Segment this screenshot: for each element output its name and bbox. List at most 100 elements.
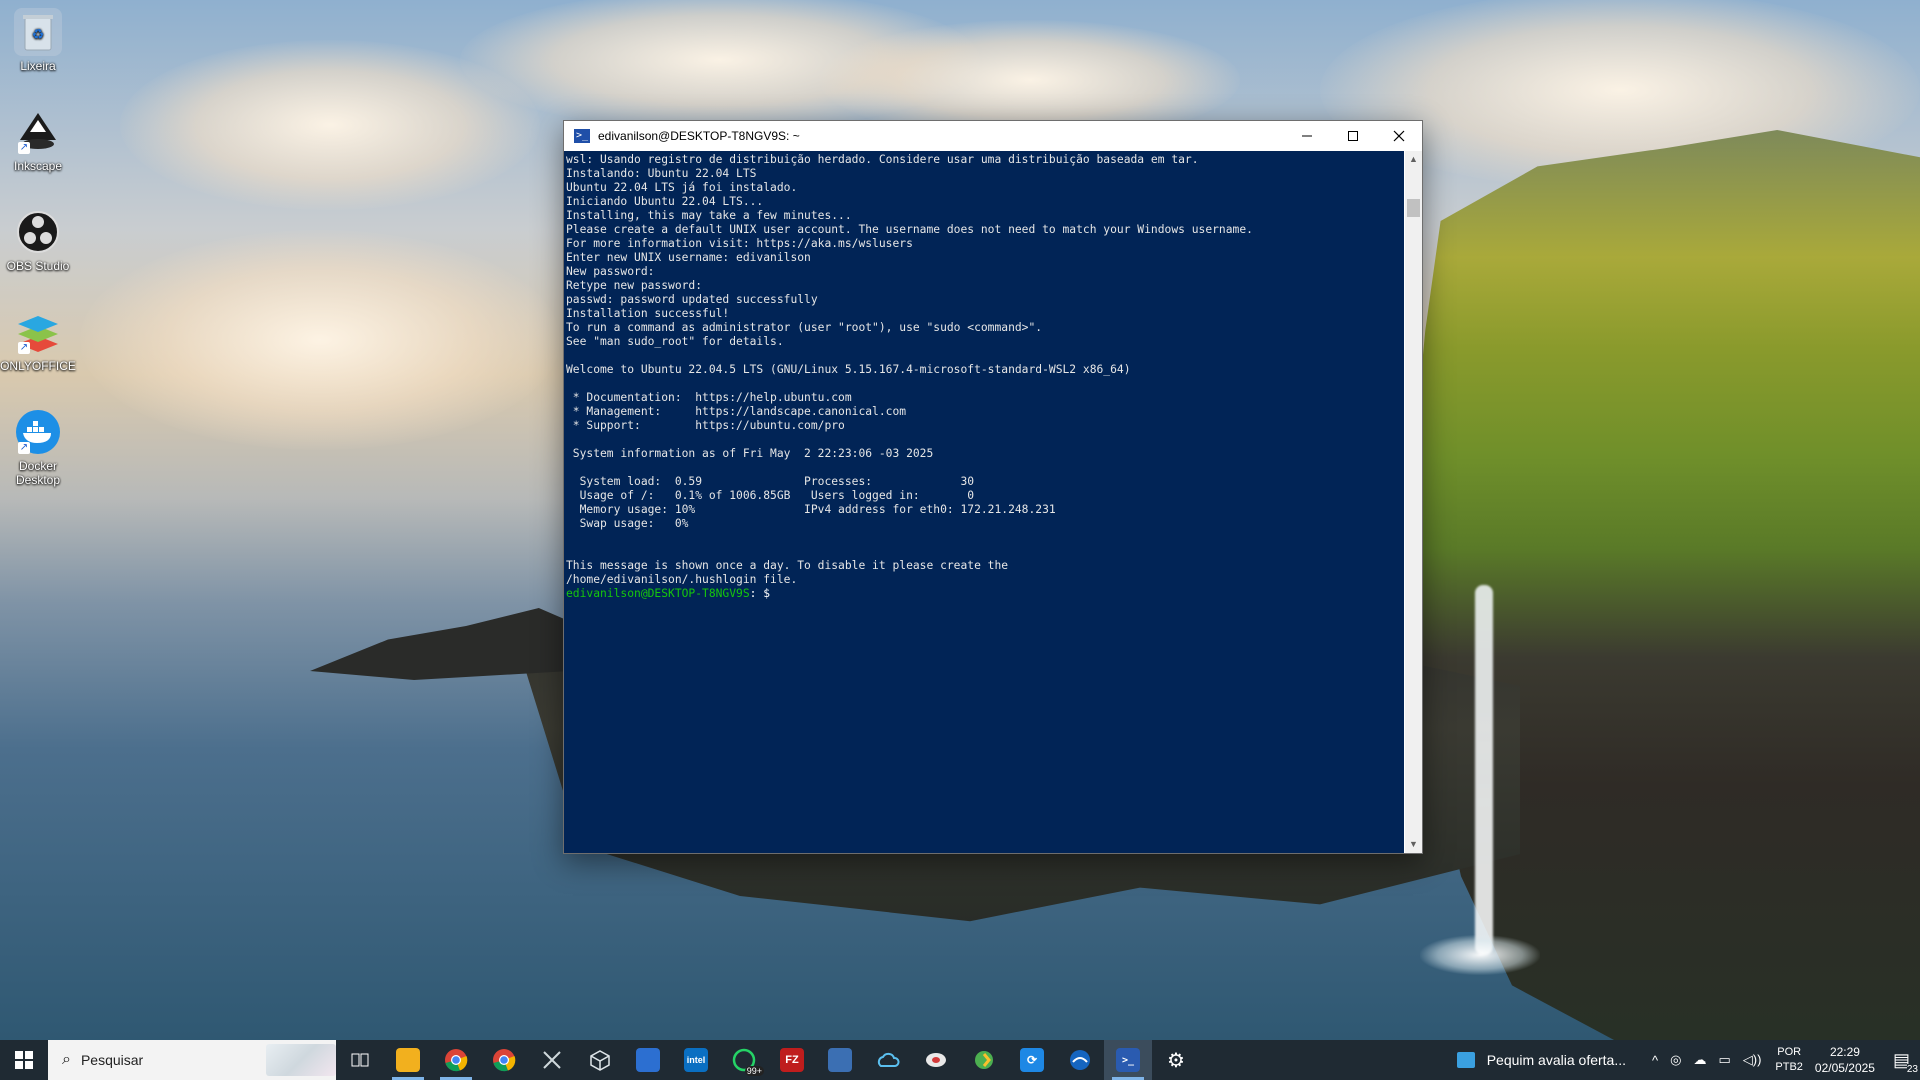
search-placeholder: Pesquisar <box>80 1052 144 1068</box>
taskbar-chrome-1[interactable] <box>432 1040 480 1080</box>
language-indicator[interactable]: POR PTB2 <box>1775 1045 1803 1075</box>
docker-icon: ↗ <box>14 408 62 456</box>
network-icon <box>828 1048 852 1072</box>
output-line: Installing, this may take a few minutes.… <box>566 209 852 222</box>
volume-icon[interactable]: ◁)) <box>1743 1052 1762 1068</box>
desktop-icon-label: ONLYOFFICE <box>0 359 76 373</box>
network-icon[interactable]: ▭ <box>1718 1052 1730 1068</box>
output-line: wsl: Usando registro de distribuição her… <box>566 153 1199 166</box>
taskbar-chrome-2[interactable] <box>480 1040 528 1080</box>
desktop-icon-inkscape[interactable]: ↗ Inkscape <box>0 108 76 173</box>
scroll-up-arrow-icon[interactable]: ▲ <box>1405 151 1422 168</box>
taskbar-powershell[interactable]: >_ <box>1104 1040 1152 1080</box>
taskbar-snipping-tool[interactable] <box>528 1040 576 1080</box>
inkscape-icon: ↗ <box>14 108 62 156</box>
waterfall-splash <box>1420 935 1540 975</box>
output-line: System information as of Fri May 2 22:23… <box>566 447 934 460</box>
start-button[interactable] <box>0 1040 48 1080</box>
mouse-icon <box>926 1053 946 1067</box>
desktop-icon-onlyoffice[interactable]: ↗ ONLYOFFICE <box>0 308 76 373</box>
taskbar-file-explorer[interactable] <box>384 1040 432 1080</box>
taskbar-cloud-app[interactable] <box>864 1040 912 1080</box>
prompt-suffix: : $ <box>749 587 771 600</box>
shortcut-arrow-icon: ↗ <box>18 342 30 354</box>
taskbar-vpn-shield[interactable] <box>1056 1040 1104 1080</box>
output-line: Welcome to Ubuntu 22.04.5 LTS (GNU/Linux… <box>566 363 1131 376</box>
taskbar-sync-app[interactable]: ⟳ <box>1008 1040 1056 1080</box>
news-headline: Pequim avalia oferta... <box>1486 1052 1626 1068</box>
terminal-app-icon: >_ <box>574 129 590 143</box>
onlyoffice-icon: ↗ <box>14 308 62 356</box>
chrome-icon <box>493 1049 516 1072</box>
output-line: /home/edivanilson/.hushlogin file. <box>566 573 798 586</box>
desktop-icon-label: Docker Desktop <box>15 459 61 487</box>
obs-icon <box>14 208 62 256</box>
desktop-icon-label: OBS Studio <box>6 259 70 273</box>
taskbar-filezilla[interactable]: FZ <box>768 1040 816 1080</box>
taskbar-device-app[interactable] <box>624 1040 672 1080</box>
desktop-icon-docker[interactable]: ↗ Docker Desktop <box>0 408 76 487</box>
output-line: * Documentation: https://help.ubuntu.com <box>566 391 852 404</box>
cube-icon <box>590 1050 610 1071</box>
window-title: edivanilson@DESKTOP-T8NGV9S: ~ <box>598 129 800 143</box>
prompt-user: edivanilson@DESKTOP-T8NGV9S <box>566 587 750 600</box>
powershell-icon: >_ <box>1116 1048 1140 1072</box>
output-line: System load: 0.59 Processes: 30 <box>566 475 975 488</box>
output-line: Swap usage: 0% <box>566 517 689 530</box>
scrollbar-thumb[interactable] <box>1407 199 1420 217</box>
taskbar-3d-viewer[interactable] <box>576 1040 624 1080</box>
search-icon: ⌕ <box>62 1051 71 1068</box>
output-line: For more information visit: https://aka.… <box>566 237 913 250</box>
terminal-window[interactable]: >_ edivanilson@DESKTOP-T8NGV9S: ~ wsl: U… <box>563 120 1423 854</box>
desktop-icon-recycle-bin[interactable]: ♻ Lixeira <box>0 8 76 73</box>
taskbar-settings[interactable]: ⚙ <box>1152 1040 1200 1080</box>
system-tray: Pequim avalia oferta... ^ ◎ ☁ ▭ ◁)) POR … <box>1456 1040 1920 1080</box>
shortcut-arrow-icon: ↗ <box>18 442 30 454</box>
terminal-output: wsl: Usando registro de distribuição her… <box>564 151 1404 601</box>
taskbar-whatsapp[interactable]: 99+ <box>720 1040 768 1080</box>
taskbar-gnome-app[interactable] <box>960 1040 1008 1080</box>
output-line: Iniciando Ubuntu 22.04 LTS... <box>566 195 764 208</box>
minimize-button[interactable] <box>1284 121 1330 151</box>
news-icon <box>1456 1052 1475 1068</box>
clock[interactable]: 22:29 02/05/2025 <box>1815 1044 1875 1076</box>
gear-icon: ⚙ <box>1167 1049 1185 1072</box>
cloud <box>80 230 560 450</box>
title-bar[interactable]: >_ edivanilson@DESKTOP-T8NGV9S: ~ <box>564 121 1422 151</box>
clock-date: 02/05/2025 <box>1814 1061 1875 1075</box>
output-line: New password: <box>566 265 655 278</box>
taskbar-intel[interactable]: intel <box>672 1040 720 1080</box>
scroll-down-arrow-icon[interactable]: ▼ <box>1405 836 1422 853</box>
camera-icon[interactable]: ◎ <box>1670 1052 1681 1068</box>
recycle-bin-icon: ♻ <box>14 8 62 56</box>
desktop-icon-label: Inkscape <box>13 159 63 173</box>
clock-time: 22:29 <box>1829 1045 1860 1059</box>
terminal-console[interactable]: wsl: Usando registro de distribuição her… <box>564 151 1404 853</box>
taskbar-network-tool[interactable] <box>816 1040 864 1080</box>
notification-center-button[interactable]: ▤ 23 <box>1893 1050 1918 1075</box>
cloud-off-icon[interactable]: ☁ <box>1693 1052 1706 1068</box>
news-widget[interactable]: Pequim avalia oferta... <box>1456 1052 1626 1068</box>
maximize-button[interactable] <box>1330 121 1376 151</box>
command-prompt[interactable]: edivanilson@DESKTOP-T8NGV9S: $ <box>566 587 770 600</box>
task-view-button[interactable] <box>336 1040 384 1080</box>
rock-outcrop <box>310 608 570 680</box>
desktop-icon-obs[interactable]: OBS Studio <box>0 208 76 273</box>
globe-icon <box>1070 1050 1090 1070</box>
chrome-icon <box>445 1049 468 1072</box>
taskbar-vpn-app[interactable] <box>912 1040 960 1080</box>
output-line: To run a command as administrator (user … <box>566 321 1043 334</box>
chevron-up-icon[interactable]: ^ <box>1652 1053 1658 1068</box>
output-line: Usage of /: 0.1% of 1006.85GB Users logg… <box>566 489 975 502</box>
notification-count: 23 <box>1906 1063 1918 1075</box>
desktop-icon-label: Lixeira <box>20 59 56 73</box>
whatsapp-badge: 99+ <box>744 1066 764 1076</box>
close-button[interactable] <box>1376 121 1422 151</box>
cloud-icon <box>877 1052 900 1067</box>
vertical-scrollbar[interactable]: ▲ ▼ <box>1405 151 1422 853</box>
output-line: Enter new UNIX username: edivanilson <box>566 251 811 264</box>
folder-icon <box>396 1048 420 1072</box>
language-primary: POR <box>1777 1046 1802 1058</box>
output-line: See "man sudo_root" for details. <box>566 335 784 348</box>
search-box[interactable]: ⌕ Pesquisar <box>48 1040 336 1080</box>
